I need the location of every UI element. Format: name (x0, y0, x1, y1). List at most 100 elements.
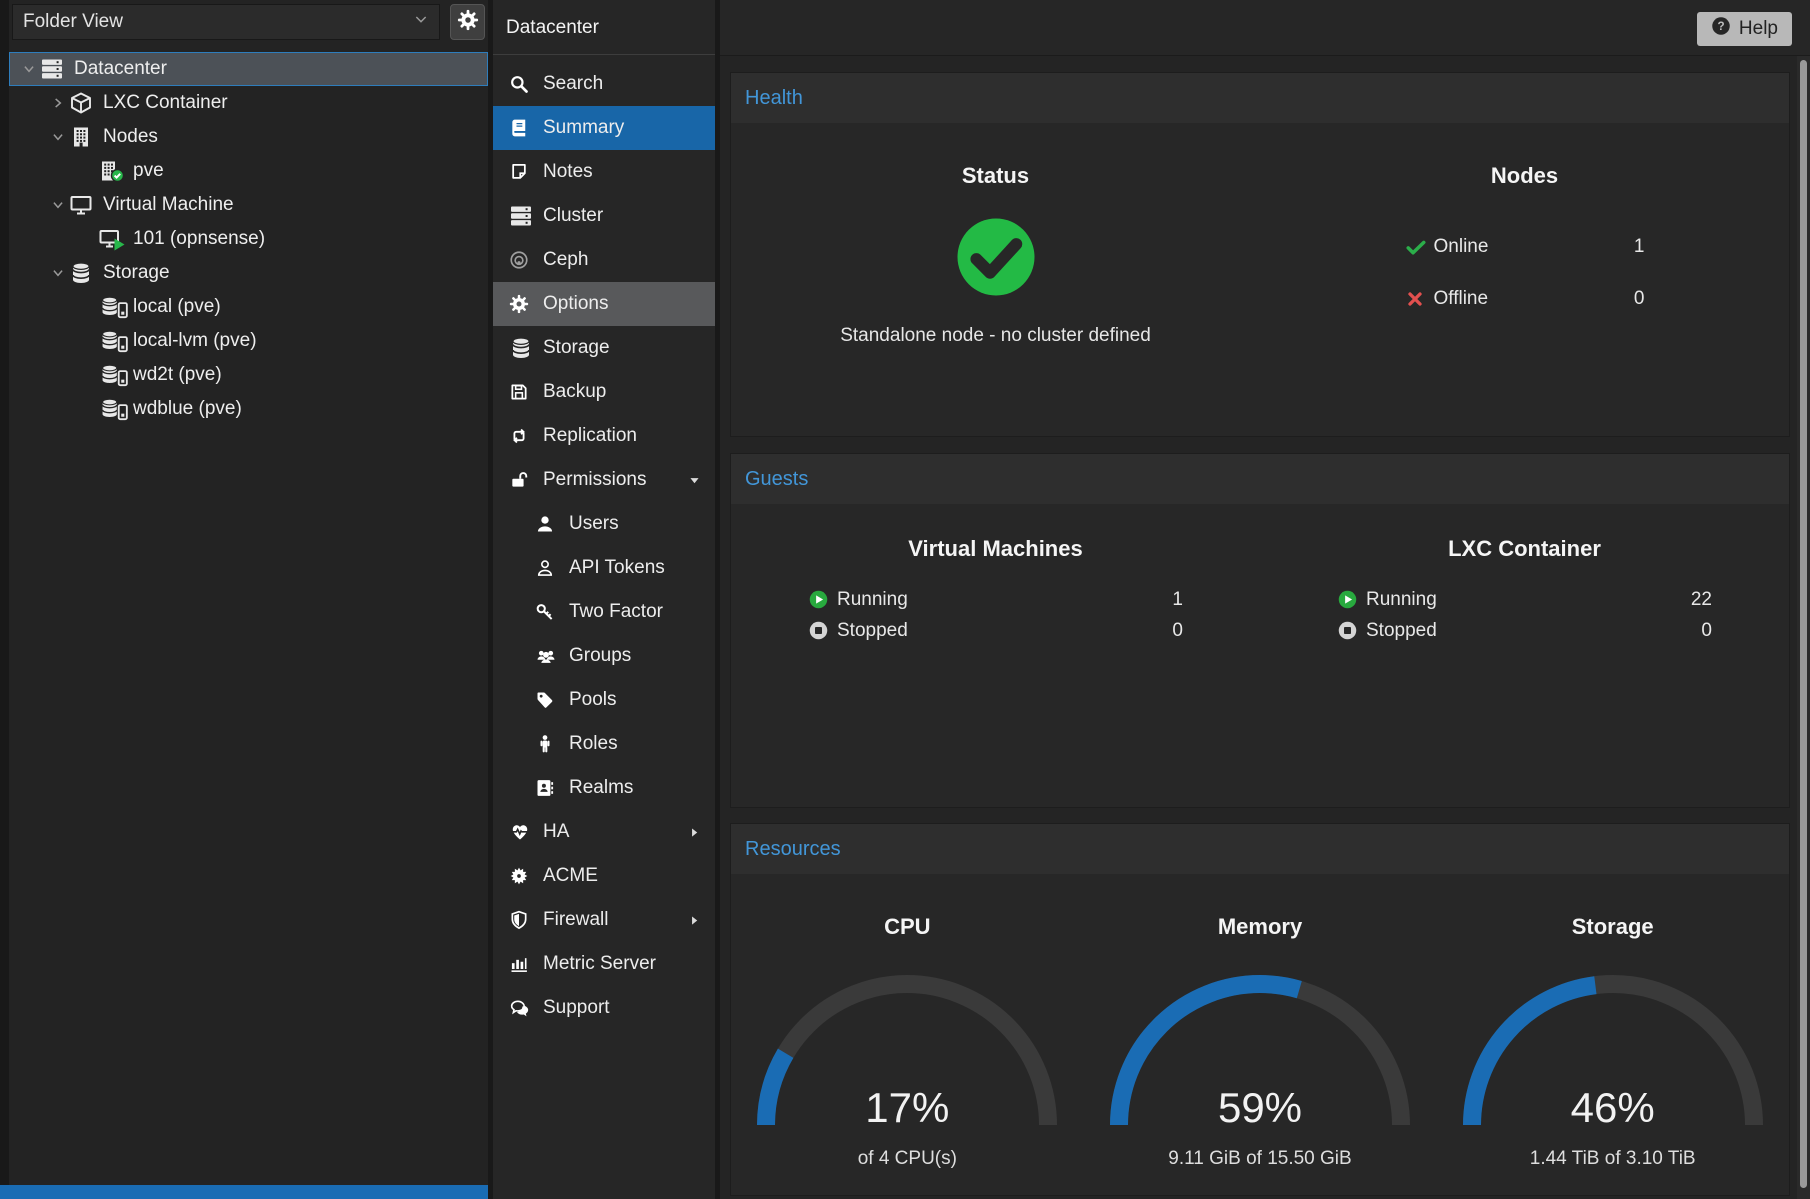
tree-item-wd2t-pve[interactable]: wd2t (pve) (9, 358, 488, 392)
chevron-down-icon[interactable] (18, 62, 40, 76)
ceph-icon (509, 250, 535, 270)
caret-right-icon (688, 914, 701, 927)
guest-row-label: Stopped (837, 620, 908, 642)
badge-icon (509, 866, 535, 886)
node-status-row-online: Online1 (1405, 221, 1645, 273)
chevron-down-icon[interactable] (47, 266, 69, 280)
person-icon (535, 734, 561, 754)
gauge-sublabel: 1.44 TiB of 3.10 TiB (1436, 1148, 1789, 1170)
menu-item-metric-server[interactable]: Metric Server (493, 942, 715, 986)
tree-item-lxc-container[interactable]: LXC Container (9, 86, 488, 120)
menu-item-storage[interactable]: Storage (493, 326, 715, 370)
menu-item-two-factor[interactable]: Two Factor (493, 590, 715, 634)
menu-item-label: Search (543, 73, 603, 95)
tree-item-pve[interactable]: pve (9, 154, 488, 188)
nodes-title: Nodes (1260, 163, 1789, 189)
tree-item-label: 101 (opnsense) (133, 228, 265, 250)
gauge-sublabel: of 4 CPU(s) (731, 1148, 1084, 1170)
menu-item-firewall[interactable]: Firewall (493, 898, 715, 942)
building-check-icon (99, 159, 129, 183)
database-drive-icon (99, 397, 129, 421)
guest-row-label: Running (1366, 589, 1437, 611)
tree-item-local-pve[interactable]: local (pve) (9, 290, 488, 324)
menu-item-summary[interactable]: Summary (493, 106, 715, 150)
tree-item-storage[interactable]: Storage (9, 256, 488, 290)
floppy-icon (509, 382, 535, 402)
cluster-icon (509, 204, 535, 228)
gauge-arc: 46% (1463, 974, 1763, 1134)
menu-item-replication[interactable]: Replication (493, 414, 715, 458)
play-circle-icon (808, 589, 832, 610)
database-icon (69, 261, 99, 285)
guest-column-virtual-machines: Virtual MachinesRunning1Stopped0 (731, 504, 1260, 646)
key-icon (535, 602, 561, 622)
menu-item-label: API Tokens (569, 557, 665, 579)
menu-item-ha[interactable]: HA (493, 810, 715, 854)
menu-item-label: Storage (543, 337, 610, 359)
menu-item-roles[interactable]: Roles (493, 722, 715, 766)
menu-item-support[interactable]: Support (493, 986, 715, 1030)
desktop-icon (69, 193, 99, 217)
menu-item-api-tokens[interactable]: API Tokens (493, 546, 715, 590)
vertical-scrollbar-thumb[interactable] (1800, 60, 1807, 1188)
chevron-down-icon[interactable] (47, 198, 69, 212)
combo-chevron-icon (413, 11, 429, 33)
tree-settings-button[interactable] (450, 4, 485, 40)
menu-item-pools[interactable]: Pools (493, 678, 715, 722)
menu-item-backup[interactable]: Backup (493, 370, 715, 414)
tree-item-local-lvm-pve[interactable]: local-lvm (pve) (9, 324, 488, 358)
menu-item-groups[interactable]: Groups (493, 634, 715, 678)
comments-icon (509, 998, 535, 1018)
menu-item-label: ACME (543, 865, 598, 887)
menu-item-cluster[interactable]: Cluster (493, 194, 715, 238)
menu-item-label: Metric Server (543, 953, 656, 975)
menu-item-label: Pools (569, 689, 617, 711)
tree-item-nodes[interactable]: Nodes (9, 120, 488, 154)
guest-row-value: 1 (1172, 589, 1183, 611)
tree-item-101-opnsense[interactable]: 101 (opnsense) (9, 222, 488, 256)
shield-icon (509, 910, 535, 930)
tree-item-label: Virtual Machine (103, 194, 234, 216)
gear-icon (457, 9, 479, 36)
menu-item-realms[interactable]: Realms (493, 766, 715, 810)
chevron-down-icon[interactable] (47, 130, 69, 144)
resource-tree-panel: Folder View Datacenter LXC Container Nodes… (9, 0, 488, 1185)
tree-item-virtual-machine[interactable]: Virtual Machine (9, 188, 488, 222)
tree-item-wdblue-pve[interactable]: wdblue (pve) (9, 392, 488, 426)
tree-item-label: pve (133, 160, 164, 182)
health-section-title: Health (731, 73, 1789, 123)
cube-icon (69, 91, 99, 115)
menu-item-permissions[interactable]: Permissions (493, 458, 715, 502)
menu-item-users[interactable]: Users (493, 502, 715, 546)
chevron-right-icon[interactable] (47, 96, 69, 110)
status-ok-icon (954, 215, 1038, 299)
menu-item-options[interactable]: Options (493, 282, 715, 326)
resource-gauge-memory: Memory59%9.11 GiB of 15.50 GiB (1084, 874, 1437, 1170)
tree-item-datacenter[interactable]: Datacenter (9, 52, 488, 86)
resource-gauge-cpu: CPU17%of 4 CPU(s) (731, 874, 1084, 1170)
guest-column-title: LXC Container (1260, 536, 1789, 562)
view-mode-select[interactable]: Folder View (12, 4, 440, 40)
tag-icon (535, 690, 561, 710)
resources-section-title: Resources (731, 824, 1789, 874)
guest-row-stopped: Stopped0 (808, 615, 1183, 646)
menu-item-notes[interactable]: Notes (493, 150, 715, 194)
guest-row-value: 0 (1701, 620, 1712, 642)
menu-item-label: Firewall (543, 909, 608, 931)
help-button[interactable]: ? Help (1697, 12, 1792, 46)
menu-item-ceph[interactable]: Ceph (493, 238, 715, 282)
status-title: Status (731, 163, 1260, 189)
tree-item-label: LXC Container (103, 92, 228, 114)
menu-item-search[interactable]: Search (493, 62, 715, 106)
menu-item-label: Notes (543, 161, 593, 183)
menu-item-acme[interactable]: ACME (493, 854, 715, 898)
bottom-accent-strip (0, 1185, 493, 1199)
question-circle-icon: ? (1711, 16, 1731, 42)
node-status-value: 1 (1634, 236, 1645, 258)
nodes-rows: Online1Offline0 (1405, 221, 1645, 325)
help-button-label: Help (1739, 18, 1778, 40)
tree-item-label: local (pve) (133, 296, 221, 318)
tree-item-label: Datacenter (74, 58, 167, 80)
guest-row-stopped: Stopped0 (1337, 615, 1712, 646)
resources-panel: Resources CPU17%of 4 CPU(s)Memory59%9.11… (730, 823, 1790, 1196)
